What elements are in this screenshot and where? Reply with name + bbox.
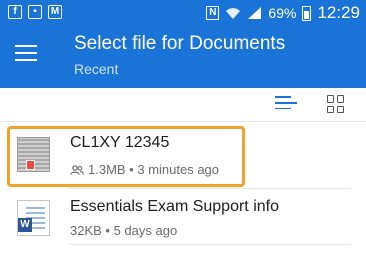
menu-icon[interactable] — [15, 45, 37, 61]
signal-icon — [248, 7, 262, 19]
battery-icon — [302, 5, 312, 21]
wifi-icon — [226, 8, 241, 19]
grid-view-icon[interactable] — [327, 95, 345, 113]
system-icons: N 69% 12:29 — [206, 3, 360, 23]
clock: 12:29 — [317, 3, 360, 22]
file-type-badge — [26, 160, 35, 170]
nfc-icon: N — [206, 6, 220, 20]
view-toolbar — [0, 88, 366, 121]
list-item[interactable]: CL1XY 12345 1.3MB • 3 minutes ago — [0, 125, 366, 188]
file-meta-row: 1.3MB • 3 minutes ago — [70, 162, 219, 177]
file-name: Essentials Exam Support info — [70, 198, 279, 215]
page-title: Select file for Documents — [74, 33, 286, 54]
divider — [0, 121, 366, 122]
file-name: CL1XY 12345 — [70, 134, 170, 151]
list-view-icon[interactable] — [275, 96, 297, 112]
notification-icons: f ▪ M — [8, 5, 62, 19]
battery-percentage: 69% — [268, 5, 297, 21]
word-badge: W — [18, 218, 32, 232]
facebook-icon: f — [8, 5, 22, 19]
image-thumbnail — [17, 137, 50, 172]
list-separator — [69, 244, 351, 245]
gmail-icon: M — [48, 5, 62, 19]
word-document-icon: W — [17, 200, 50, 236]
app-bar: Select file for Documents Recent — [0, 29, 366, 88]
page-subtitle: Recent — [74, 61, 119, 77]
file-meta-text: 32KB • 5 days ago — [70, 223, 178, 238]
file-meta: 32KB • 5 days ago — [70, 223, 177, 238]
shared-icon — [70, 164, 84, 175]
gallery-icon: ▪ — [28, 5, 42, 19]
file-meta: 1.3MB • 3 minutes ago — [88, 162, 220, 177]
status-bar: f ▪ M N 69% 12:29 — [0, 0, 366, 29]
